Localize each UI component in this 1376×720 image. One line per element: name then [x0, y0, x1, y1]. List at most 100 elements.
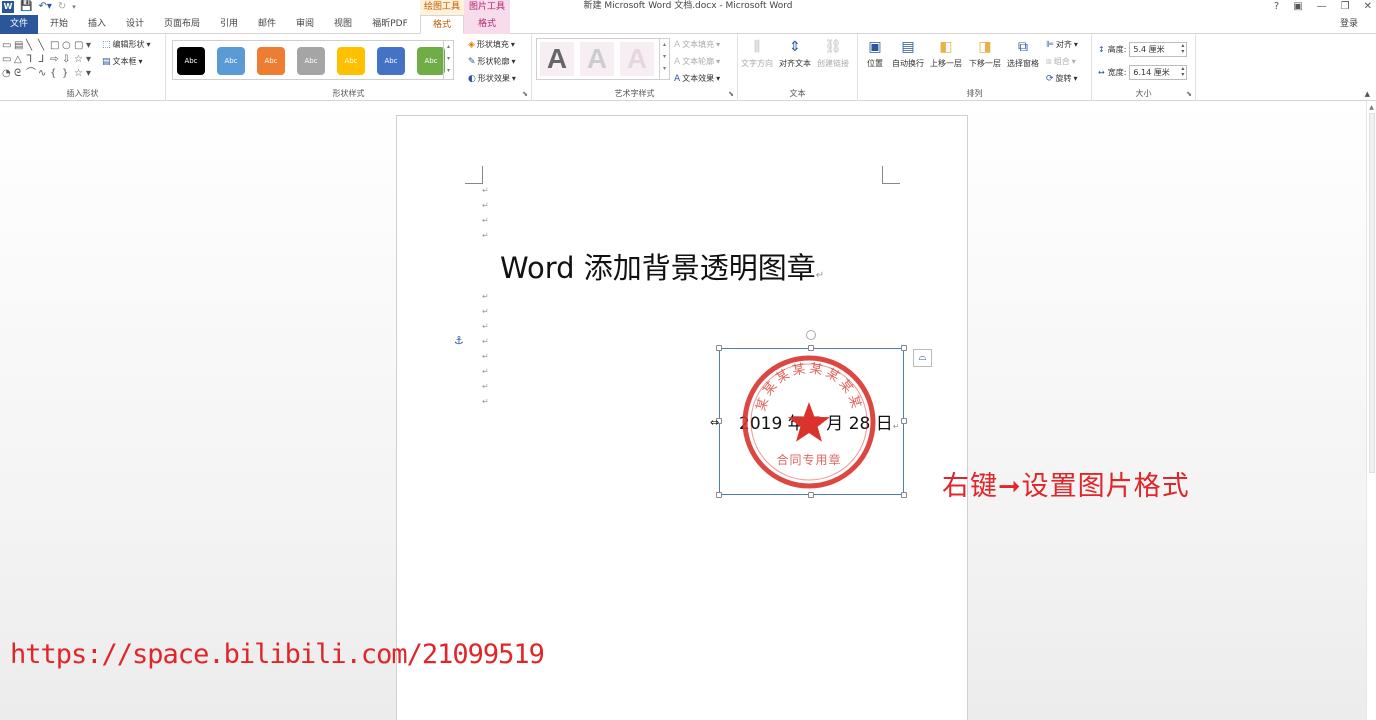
paragraph-mark: ↵	[482, 231, 489, 240]
resize-handle[interactable]	[716, 492, 722, 498]
resize-handle[interactable]	[808, 345, 814, 351]
align-button[interactable]: ⊫ 对齐 ▾	[1046, 39, 1078, 50]
shape-style-swatch[interactable]: Abc	[377, 47, 405, 75]
height-input[interactable]: 5.4 厘米 ▴ ▾	[1129, 42, 1188, 57]
window-title: 新建 Microsoft Word 文档.docx - Microsoft Wo…	[583, 1, 793, 11]
shape-styles-gallery: Abc Abc Abc Abc Abc Abc Abc ▴ ▾ ▾	[172, 40, 454, 80]
ribbon-display-button[interactable]: ▣	[1293, 0, 1302, 13]
scroll-up-icon[interactable]: ▲	[1367, 104, 1376, 111]
resize-handle[interactable]	[901, 345, 907, 351]
rotate-button[interactable]: ⟳ 旋转 ▾	[1046, 73, 1078, 84]
shape-style-swatch[interactable]: Abc	[217, 47, 245, 75]
shape-effects-button[interactable]: ◐ 形状效果 ▾	[468, 73, 516, 84]
shape-outline-button[interactable]: ✎ 形状轮廓 ▾	[468, 56, 516, 67]
group-text: ⫼ 文字方向 ⇕ 对齐文本 ⛓ 创建链接 文本	[738, 34, 858, 101]
shape-style-swatch[interactable]: Abc	[337, 47, 365, 75]
wordart-style-3[interactable]: A	[620, 42, 654, 76]
text-fill-button[interactable]: A 文本填充 ▾	[674, 39, 720, 50]
tab-home[interactable]: 开始	[44, 15, 74, 34]
paragraph-mark: ↵	[482, 397, 489, 406]
edit-shape-button[interactable]: ⬚ 编辑形状 ▾	[102, 39, 151, 50]
minimize-button[interactable]: —	[1317, 0, 1327, 13]
tab-insert[interactable]: 插入	[82, 15, 112, 34]
wordart-gallery: A A A ▴ ▾ ▾	[536, 38, 670, 80]
shapes-gallery[interactable]: ▭ ▤ ╲ ╲ □ ○ ▢ ▾ ▭ △ ᒣ ᒧ ⇨ ⇩ ☆ ▾ ◔ ᘓ ⌒ ∿{} ☆ ▾	[2, 40, 98, 79]
link-icon: ⛓	[824, 39, 842, 55]
text-box-button[interactable]: ▤ 文本框 ▾	[102, 56, 143, 67]
collapse-ribbon-icon[interactable]: ▲	[1365, 90, 1370, 98]
resize-handle[interactable]	[901, 418, 907, 424]
group-button[interactable]: ⧈ 组合 ▾	[1046, 56, 1076, 67]
text-fill-icon: A	[674, 39, 681, 50]
wordart-gallery-scroll[interactable]: ▴ ▾ ▾	[659, 39, 669, 79]
resize-handle[interactable]	[901, 492, 907, 498]
bring-forward-button[interactable]: ◧ 上移一层	[930, 38, 962, 69]
paragraph-mark: ↵	[482, 216, 489, 225]
undo-icon[interactable]: ↶▾	[38, 1, 51, 13]
rotate-handle-icon[interactable]	[806, 330, 816, 340]
selection-pane-button[interactable]: ⧉ 选择窗格	[1007, 38, 1039, 69]
shape-style-swatch[interactable]: Abc	[297, 47, 325, 75]
width-icon: ↔	[1098, 68, 1105, 77]
resize-handle[interactable]	[808, 492, 814, 498]
help-button[interactable]: ?	[1274, 0, 1279, 13]
anchor-icon[interactable]: ⚓	[454, 334, 464, 347]
layout-options-icon[interactable]: ⌓	[913, 349, 932, 367]
save-icon[interactable]: 💾	[20, 1, 32, 13]
customize-qat-icon[interactable]: ▾	[72, 1, 76, 13]
text-outline-button[interactable]: A 文本轮廓 ▾	[674, 56, 720, 67]
redo-icon[interactable]: ↻	[58, 1, 66, 13]
image-selection-frame[interactable]	[719, 348, 904, 495]
tab-mailings[interactable]: 邮件	[252, 15, 282, 34]
ribbon: ▭ ▤ ╲ ╲ □ ○ ▢ ▾ ▭ △ ᒣ ᒧ ⇨ ⇩ ☆ ▾ ◔ ᘓ ⌒ ∿{} ☆ ▾ ⬚ 编辑形状 ▾ ▤ 文本框…	[0, 34, 1376, 101]
spinner-icon[interactable]: ▴ ▾	[1181, 43, 1184, 55]
wordart-style-1[interactable]: A	[540, 42, 574, 76]
text-box-icon: ▤	[102, 56, 111, 67]
tab-view[interactable]: 视图	[328, 15, 358, 34]
group-label-shape-styles: 形状样式	[332, 89, 365, 98]
spinner-icon[interactable]: ▴ ▾	[1181, 66, 1184, 78]
dialog-launcher-icon[interactable]: ⬊	[728, 90, 734, 98]
align-text-button[interactable]: ⇕ 对齐文本	[779, 38, 811, 69]
tab-review[interactable]: 审阅	[290, 15, 320, 34]
group-size: ↕ 高度: 5.4 厘米 ▴ ▾ ↔ 宽度: 6.14 厘米 ▴ ▾ 大小 ⬊	[1092, 34, 1196, 101]
text-effects-button[interactable]: A 文本效果 ▾	[674, 73, 720, 84]
dialog-launcher-icon[interactable]: ⬊	[522, 90, 528, 98]
document-heading[interactable]: Word 添加背景透明图章↵	[500, 249, 824, 295]
shape-style-swatch[interactable]: Abc	[177, 47, 205, 75]
send-backward-button[interactable]: ◨ 下移一层	[969, 38, 1001, 69]
wordart-style-2[interactable]: A	[580, 42, 614, 76]
shape-fill-button[interactable]: ◈ 形状填充 ▾	[468, 39, 515, 50]
title-bar: W 💾 ↶▾ ↻ ▾ 绘图工具 图片工具 新建 Microsoft Word 文…	[0, 0, 1376, 15]
login-link[interactable]: 登录	[1340, 15, 1358, 33]
text-outline-icon: A	[674, 56, 681, 67]
tab-format-picture[interactable]: 格式	[464, 15, 510, 34]
vertical-scrollbar[interactable]: ▲	[1366, 101, 1376, 720]
scroll-thumb[interactable]	[1369, 113, 1375, 473]
send-backward-icon: ◨	[978, 39, 992, 55]
bilibili-url-watermark: https://space.bilibili.com/21099519	[10, 639, 545, 670]
tab-references[interactable]: 引用	[214, 15, 244, 34]
tab-foxit-pdf[interactable]: 福昕PDF	[366, 15, 414, 34]
shape-style-swatch[interactable]: Abc	[257, 47, 285, 75]
text-direction-button[interactable]: ⫼ 文字方向	[741, 38, 773, 69]
width-input[interactable]: 6.14 厘米 ▴ ▾	[1129, 65, 1188, 80]
crop-mark	[465, 166, 483, 184]
gallery-scroll[interactable]: ▴ ▾ ▾	[443, 41, 453, 79]
close-button[interactable]: ✕	[1364, 0, 1372, 13]
create-link-button[interactable]: ⛓ 创建链接	[817, 38, 849, 69]
tab-design[interactable]: 设计	[120, 15, 150, 34]
tab-file[interactable]: 文件	[0, 15, 38, 34]
wrap-text-button[interactable]: ▤ 自动换行	[892, 38, 924, 69]
group-insert-shapes: ▭ ▤ ╲ ╲ □ ○ ▢ ▾ ▭ △ ᒣ ᒧ ⇨ ⇩ ☆ ▾ ◔ ᘓ ⌒ ∿{} ☆ ▾ ⬚ 编辑形状 ▾ ▤ 文本框…	[0, 34, 166, 101]
tab-format-drawing[interactable]: 格式	[420, 15, 464, 34]
paragraph-mark: ↵	[482, 201, 489, 210]
position-button[interactable]: ▣ 位置	[866, 38, 884, 69]
group-wordart-styles: A A A ▴ ▾ ▾ A 文本填充 ▾ A 文本轮廓 ▾ A 文本效果 ▾ 艺术字样式 …	[532, 34, 738, 101]
dialog-launcher-icon[interactable]: ⬊	[1186, 90, 1192, 98]
rotate-icon: ⟳	[1046, 73, 1054, 84]
shape-style-swatch[interactable]: Abc	[417, 47, 445, 75]
tab-page-layout[interactable]: 页面布局	[160, 15, 204, 34]
restore-button[interactable]: ❐	[1341, 0, 1350, 13]
resize-handle[interactable]	[716, 345, 722, 351]
